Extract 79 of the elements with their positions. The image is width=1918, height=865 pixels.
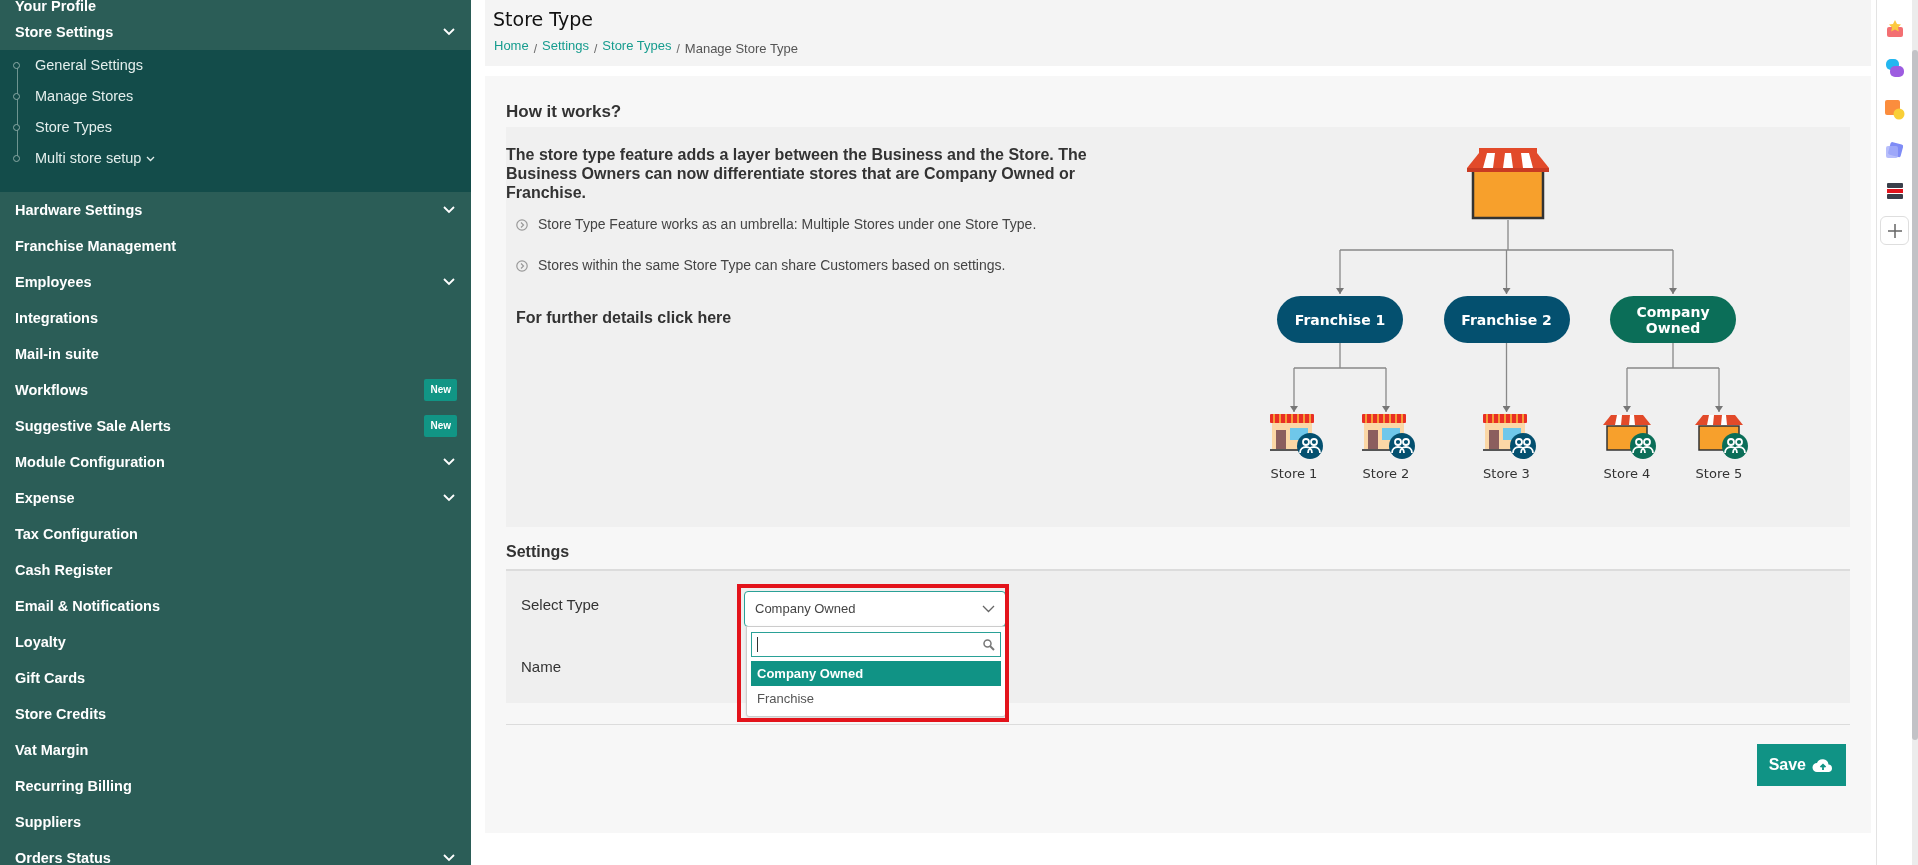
sidebar-item[interactable]: Module Configuration	[0, 444, 471, 480]
sidebar-item[interactable]: Hardware Settings	[0, 192, 471, 228]
save-button[interactable]: Save	[1756, 744, 1846, 786]
sidebar-item[interactable]: Expense	[0, 480, 471, 516]
gift-icon[interactable]	[1885, 20, 1904, 38]
sidebar-item[interactable]: Orders Status	[0, 840, 471, 865]
sidebar-item[interactable]: Your Profile	[0, 0, 471, 14]
dropdown-option[interactable]: Company Owned	[751, 661, 1001, 686]
connector-arrow	[1502, 249, 1511, 295]
sidebar-item[interactable]: Integrations	[0, 300, 471, 336]
plus-icon	[1887, 223, 1902, 238]
sidebar-item[interactable]: Store Credits	[0, 696, 471, 732]
sidebar-item[interactable]: Store Settings	[0, 14, 471, 50]
store-icon	[1362, 412, 1418, 462]
dropdown-option[interactable]: Franchise	[751, 686, 1001, 711]
layers-icon[interactable]	[1885, 182, 1904, 200]
new-badge: New	[424, 379, 457, 401]
breadcrumb-separator: /	[533, 40, 538, 58]
details-link[interactable]: For further details click here	[516, 306, 732, 330]
sidebar-item[interactable]: Mail-in suite	[0, 336, 471, 372]
chevron-circle-icon	[516, 218, 528, 231]
store-icon	[1603, 412, 1659, 462]
intro-paragraph: The store type feature adds a layer between the Business and the Store. The Business Owners can now differentiate stores that are Company Owned or Franchise.	[506, 145, 1088, 202]
sidebar-item[interactable]: Email & Notifications	[0, 588, 471, 624]
submenu-item[interactable]: Multi store setup	[0, 143, 471, 174]
store-label: Store 2	[1361, 465, 1411, 483]
connector-arrow	[1382, 367, 1390, 413]
chevron-icon	[982, 605, 995, 613]
chat-icon[interactable]	[1885, 59, 1904, 79]
sidebar-item[interactable]: Gift Cards	[0, 660, 471, 696]
type-select[interactable]: Company Owned	[744, 591, 1006, 627]
sidebar-item[interactable]: Employees	[0, 264, 471, 300]
store-type-node: Franchise 2	[1443, 296, 1570, 343]
chevron-circle-icon	[516, 259, 528, 272]
new-badge: New	[424, 415, 457, 437]
field-label: Select Type	[521, 595, 600, 615]
store-icon	[1482, 412, 1539, 462]
cards-icon[interactable]	[1884, 141, 1905, 161]
store-type-node: Company Owned	[1610, 296, 1736, 343]
submenu-item[interactable]: General Settings	[0, 50, 471, 81]
store-label: Store 4	[1602, 465, 1652, 483]
cloud-upload-icon	[1812, 757, 1834, 773]
sidebar-item[interactable]: Tax Configuration	[0, 516, 471, 552]
store-icon	[1270, 412, 1326, 462]
connector-arrow	[1715, 367, 1723, 413]
sidebar-item[interactable]: Loyalty	[0, 624, 471, 660]
breadcrumb-separator: /	[676, 40, 680, 58]
store-label: Store 5	[1694, 465, 1744, 483]
add-button[interactable]	[1880, 216, 1910, 245]
bullet-text: Store Type Feature works as an umbrella: Multiple Stores under one Store Type.	[538, 215, 1037, 234]
store-icon	[1465, 148, 1551, 220]
submenu-item[interactable]: Manage Stores	[0, 81, 471, 112]
breadcrumb-separator: /	[594, 40, 598, 58]
search-icon	[983, 638, 995, 651]
sidebar-item[interactable]: Cash Register	[0, 552, 471, 588]
sidebar-item[interactable]: Suppliers	[0, 804, 471, 840]
connector-arrow	[1502, 342, 1511, 413]
section-heading: How it works?	[506, 101, 623, 123]
connector-arrow	[1336, 249, 1344, 295]
sidebar-item[interactable]: Suggestive Sale Alerts New	[0, 408, 471, 444]
field-label: Name	[521, 656, 561, 677]
scrollbar[interactable]	[1912, 0, 1918, 865]
sidebar-item[interactable]: Workflows New	[0, 372, 471, 408]
sidebar-item[interactable]: Recurring Billing	[0, 768, 471, 804]
submenu-item[interactable]: Store Types	[0, 112, 471, 143]
sidebar-item[interactable]: Franchise Management	[0, 228, 471, 264]
page-title: Store Type	[493, 8, 594, 30]
shapes-icon[interactable]	[1884, 100, 1905, 120]
bullet-text: Stores within the same Store Type can share Customers based on settings.	[538, 256, 1006, 275]
connector-arrow	[1669, 249, 1677, 295]
breadcrumb-current: Manage Store Type	[684, 40, 799, 58]
search-field[interactable]	[751, 632, 1001, 657]
store-label: Store 1	[1269, 465, 1319, 483]
connector-arrow	[1623, 367, 1631, 413]
sidebar-item[interactable]: Vat Margin	[0, 732, 471, 768]
store-type-node: Franchise 1	[1277, 296, 1403, 343]
store-label: Store 3	[1482, 465, 1531, 483]
connector-arrow	[1290, 367, 1298, 413]
store-icon	[1695, 412, 1751, 462]
